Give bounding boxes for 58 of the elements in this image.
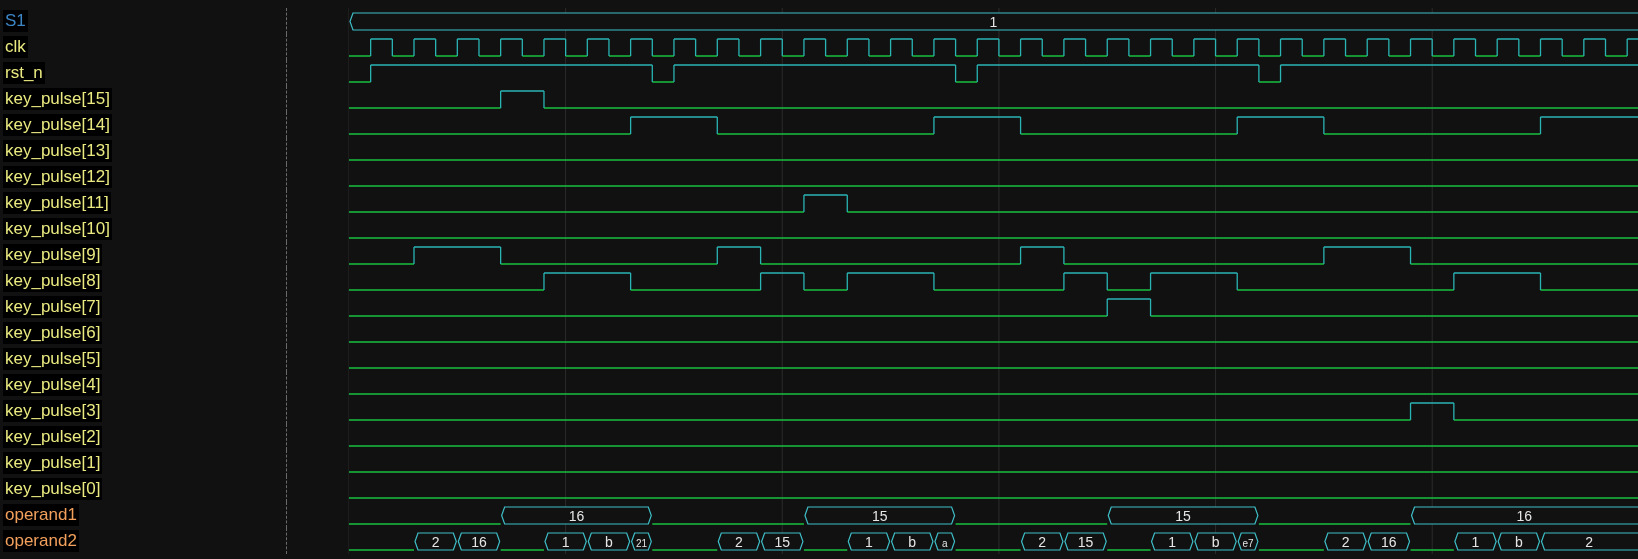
bus-value: 1 — [865, 533, 873, 550]
signal-name[interactable]: key_pulse[4] — [3, 374, 103, 396]
bus-value: 15 — [1077, 533, 1094, 550]
bus-segment — [760, 532, 804, 551]
signal-name[interactable]: key_pulse[13] — [3, 140, 112, 162]
signal-name[interactable]: key_pulse[11] — [3, 192, 111, 214]
bus-value: 21 — [635, 537, 647, 549]
bus-segment — [544, 532, 587, 551]
bus-segment — [457, 532, 501, 551]
signal-name[interactable]: key_pulse[6] — [3, 322, 103, 344]
signal-name[interactable]: key_pulse[2] — [3, 426, 103, 448]
bus-segment — [1150, 532, 1194, 551]
signal-name[interactable]: key_pulse[14] — [3, 114, 112, 136]
bus-value: 1 — [561, 533, 570, 550]
signal-name[interactable]: key_pulse[3] — [3, 400, 103, 422]
signal-name[interactable]: key_pulse[0] — [3, 478, 103, 500]
bus-segment — [1454, 532, 1497, 551]
bus-value: b — [605, 533, 613, 550]
bus-segment — [414, 532, 457, 551]
signal-name[interactable]: key_pulse[9] — [3, 244, 103, 266]
bus-value: b — [1514, 533, 1523, 550]
bus-value: 2 — [1038, 533, 1047, 550]
bus-value: b — [1211, 533, 1220, 550]
signal-name[interactable]: key_pulse[8] — [3, 270, 103, 292]
signal-name[interactable]: key_pulse[10] — [3, 218, 112, 240]
bus-value: 2 — [431, 533, 440, 550]
bus-value: 16 — [471, 533, 487, 550]
signal-name[interactable]: key_pulse[12] — [3, 166, 112, 188]
bus-value: 15 — [872, 507, 888, 524]
bus-value: 15 — [1175, 507, 1191, 524]
bus-value: 1 — [1471, 533, 1480, 550]
signal-name[interactable]: rst_n — [3, 62, 45, 84]
bus-segment — [1064, 532, 1107, 551]
bus-value: 16 — [568, 507, 585, 524]
bus-value: 2 — [1585, 533, 1594, 550]
signal-name[interactable]: key_pulse[1] — [3, 452, 103, 474]
bus-segment — [1020, 532, 1064, 551]
signal-name[interactable]: clk — [3, 36, 28, 58]
bus-value: 2 — [1341, 533, 1350, 550]
signal-name[interactable]: key_pulse[7] — [3, 296, 103, 318]
signal-name[interactable]: key_pulse[15] — [3, 88, 112, 110]
bus-value: 15 — [774, 533, 791, 550]
bus-value: 1 — [989, 13, 998, 30]
bus-value: 1 — [1168, 533, 1177, 550]
bus-value: a — [942, 537, 948, 549]
bus-value: 2 — [735, 533, 743, 550]
bus-segment — [717, 532, 761, 551]
signal-name[interactable]: operand1 — [3, 504, 79, 526]
bus-segment — [1324, 532, 1367, 551]
signal-name[interactable]: S1 — [3, 10, 28, 32]
signal-name[interactable]: operand2 — [3, 530, 79, 552]
bus-segment — [1367, 532, 1411, 551]
signal-name[interactable]: key_pulse[5] — [3, 348, 103, 370]
bus-value: b — [908, 533, 917, 550]
bus-value: 16 — [1516, 507, 1533, 524]
bus-value: e7 — [1242, 537, 1254, 549]
bus-value: 16 — [1381, 533, 1397, 550]
bus-segment — [847, 532, 891, 551]
